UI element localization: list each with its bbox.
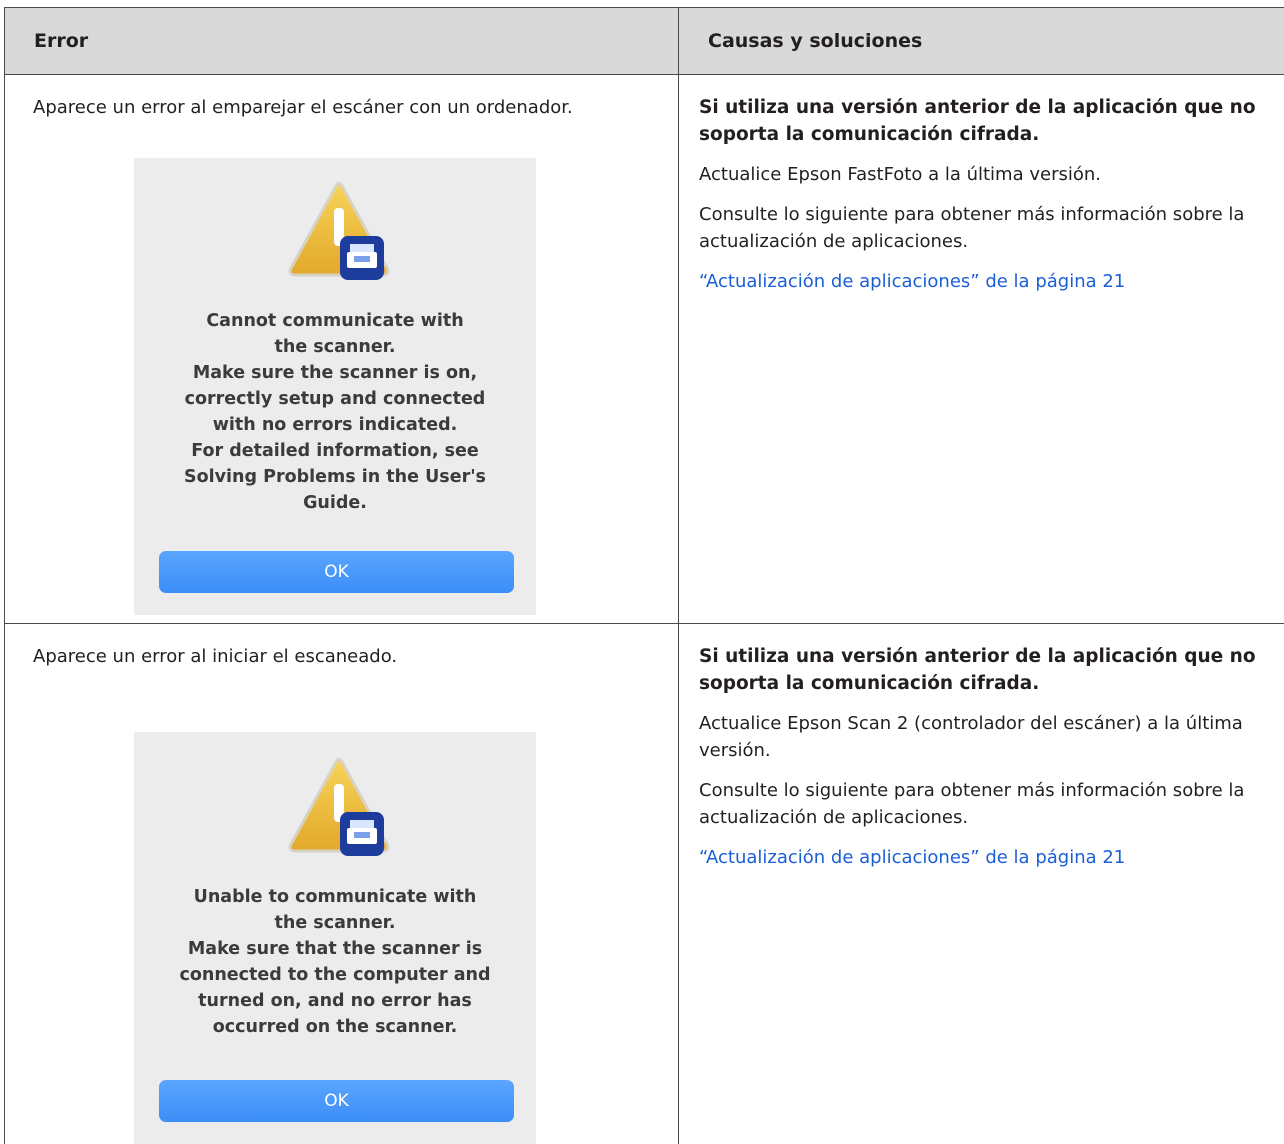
dialog-message: Unable to communicate with the scanner. … xyxy=(134,884,536,1040)
solution-cell: Si utiliza una versión anterior de la ap… xyxy=(679,624,1284,1144)
table-header-row: Error Causas y soluciones xyxy=(5,8,1284,75)
ok-button[interactable]: OK xyxy=(159,1080,514,1122)
error-cell: Aparece un error al iniciar el escaneado… xyxy=(5,624,679,1144)
solution-text: Consulte lo siguiente para obtener más i… xyxy=(699,201,1270,255)
error-description: Aparece un error al iniciar el escaneado… xyxy=(5,624,678,670)
warning-triangle-icon xyxy=(284,180,394,290)
solution-title: Si utiliza una versión anterior de la ap… xyxy=(699,94,1270,148)
error-dialog-screenshot: Unable to communicate with the scanner. … xyxy=(134,732,536,1144)
warning-triangle-icon xyxy=(284,756,394,866)
error-cell: Aparece un error al emparejar el escáner… xyxy=(5,75,679,624)
header-causes-solutions: Causas y soluciones xyxy=(679,8,1284,75)
scanner-badge-icon xyxy=(340,236,384,280)
table-row: Aparece un error al iniciar el escaneado… xyxy=(5,624,1284,1144)
solution-text: Actualice Epson FastFoto a la última ver… xyxy=(699,161,1270,188)
error-table: Error Causas y soluciones Aparece un err… xyxy=(4,7,1284,1144)
solution-text: Actualice Epson Scan 2 (controlador del … xyxy=(699,710,1270,764)
ok-button[interactable]: OK xyxy=(159,551,514,593)
table-row: Aparece un error al emparejar el escáner… xyxy=(5,75,1284,624)
solution-cell: Si utiliza una versión anterior de la ap… xyxy=(679,75,1284,624)
update-apps-link[interactable]: “Actualización de aplicaciones” de la pá… xyxy=(699,268,1270,295)
scanner-badge-icon xyxy=(340,812,384,856)
solution-text: Consulte lo siguiente para obtener más i… xyxy=(699,777,1270,831)
error-dialog-screenshot: Cannot communicate with the scanner. Mak… xyxy=(134,158,536,615)
update-apps-link[interactable]: “Actualización de aplicaciones” de la pá… xyxy=(699,844,1270,871)
solution-title: Si utiliza una versión anterior de la ap… xyxy=(699,643,1270,697)
error-description: Aparece un error al emparejar el escáner… xyxy=(5,75,678,121)
header-error: Error xyxy=(5,8,679,75)
dialog-message: Cannot communicate with the scanner. Mak… xyxy=(134,308,536,516)
